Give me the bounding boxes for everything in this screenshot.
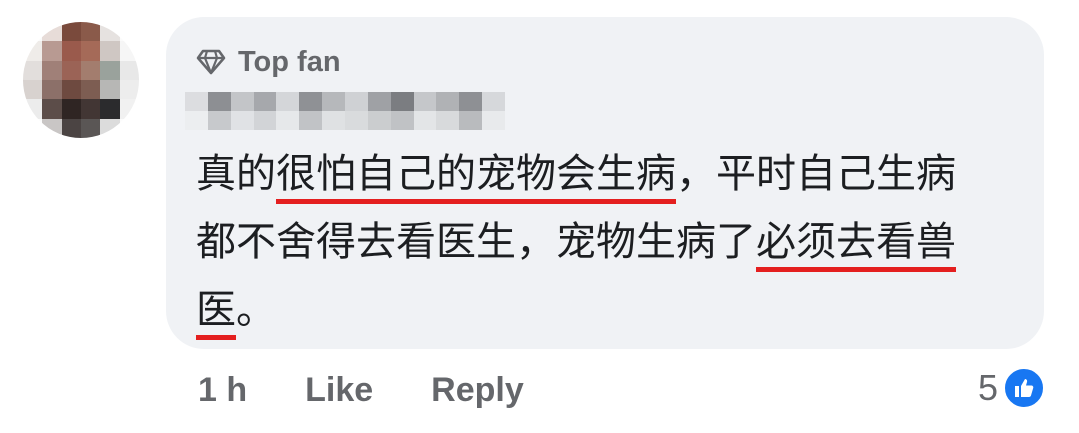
avatar-pixel <box>42 41 62 61</box>
avatar-pixel <box>81 41 101 61</box>
name-pixel <box>253 92 277 111</box>
name-pixel <box>390 111 414 130</box>
comment-segment: ，平时自己生病 <box>676 151 956 197</box>
name-pixel <box>230 92 254 111</box>
avatar-pixel <box>81 60 101 80</box>
name-pixel <box>345 111 368 130</box>
avatar-pixel <box>23 41 43 61</box>
avatar-pixel <box>42 60 62 80</box>
top-fan-badge: Top fan <box>196 43 341 81</box>
avatar-pixel <box>100 60 120 80</box>
name-pixel <box>253 111 277 130</box>
avatar-pixel <box>119 118 139 138</box>
reaction-count: 5 <box>977 367 998 408</box>
name-pixel <box>276 111 300 130</box>
avatar[interactable] <box>23 22 139 138</box>
name-pixel <box>276 92 300 111</box>
like-button[interactable]: Like <box>305 371 373 410</box>
avatar-pixel <box>23 99 43 119</box>
avatar-pixel <box>100 22 120 42</box>
avatar-pixel <box>61 118 81 138</box>
name-pixel <box>299 92 323 111</box>
comment-text: 真的很怕自己的宠物会生病，平时自己生病 都不舍得去看医生，宠物生病了必须去看兽 医。 <box>196 140 1026 344</box>
name-pixel <box>459 92 483 111</box>
name-pixel <box>207 92 231 111</box>
avatar-pixel <box>81 22 101 42</box>
avatar-pixel <box>23 118 43 138</box>
avatar-pixel <box>61 80 81 100</box>
avatar-pixel <box>61 99 81 119</box>
comment-line: 真的很怕自己的宠物会生病，平时自己生病 <box>196 140 1026 208</box>
comment-actions: 1 h Like Reply <box>198 364 524 416</box>
diamond-icon <box>196 49 226 75</box>
avatar-pixel <box>61 41 81 61</box>
avatar-pixel <box>100 80 120 100</box>
underlined-text: 很怕自己的宠物会生病 <box>276 151 676 197</box>
badge-label: Top fan <box>238 45 341 78</box>
avatar-pixel <box>42 22 62 42</box>
reply-button[interactable]: Reply <box>431 371 524 410</box>
avatar-pixel <box>61 60 81 80</box>
avatar-pixel <box>81 118 101 138</box>
name-pixel <box>390 92 414 111</box>
name-pixel <box>345 92 368 111</box>
name-pixel <box>436 111 460 130</box>
avatar-pixel <box>81 80 101 100</box>
name-pixel <box>413 92 437 111</box>
name-pixel <box>230 111 254 130</box>
avatar-pixel <box>119 99 139 119</box>
avatar-pixel <box>23 80 43 100</box>
reaction-summary[interactable]: 5 <box>978 362 1046 414</box>
avatar-pixel <box>23 60 43 80</box>
avatar-pixel <box>81 99 101 119</box>
author-name[interactable] <box>185 92 505 130</box>
underlined-text: 必须去看兽 <box>756 219 956 265</box>
avatar-pixel <box>119 22 139 42</box>
underlined-text: 医 <box>196 287 236 333</box>
comment-segment: 。 <box>236 287 276 333</box>
comment-line: 都不舍得去看医生，宠物生病了必须去看兽 <box>196 208 1026 276</box>
timestamp[interactable]: 1 h <box>198 371 247 410</box>
name-pixel <box>482 92 505 111</box>
name-pixel <box>413 111 437 130</box>
name-pixel <box>322 92 345 111</box>
avatar-pixel <box>100 41 120 61</box>
name-pixel <box>207 111 231 130</box>
comment-segment: 真的 <box>196 151 276 197</box>
avatar-pixel <box>119 80 139 100</box>
avatar-pixel <box>42 99 62 119</box>
name-pixel <box>185 92 208 111</box>
name-pixel <box>299 111 323 130</box>
avatar-pixel <box>119 60 139 80</box>
comment-line: 医。 <box>196 276 1026 344</box>
name-pixel <box>185 111 208 130</box>
avatar-pixel <box>100 118 120 138</box>
name-pixel <box>322 111 345 130</box>
name-pixel <box>482 111 505 130</box>
name-pixel <box>459 111 483 130</box>
name-pixel <box>436 92 460 111</box>
thumbs-up-icon <box>1002 366 1046 410</box>
avatar-pixel <box>61 22 81 42</box>
avatar-pixel <box>42 118 62 138</box>
comment-segment: 都不舍得去看医生，宠物生病了 <box>196 219 756 265</box>
name-pixel <box>367 111 391 130</box>
name-pixel <box>367 92 391 111</box>
avatar-pixel <box>100 99 120 119</box>
avatar-pixel <box>42 80 62 100</box>
avatar-pixel <box>23 22 43 42</box>
avatar-pixel <box>119 41 139 61</box>
